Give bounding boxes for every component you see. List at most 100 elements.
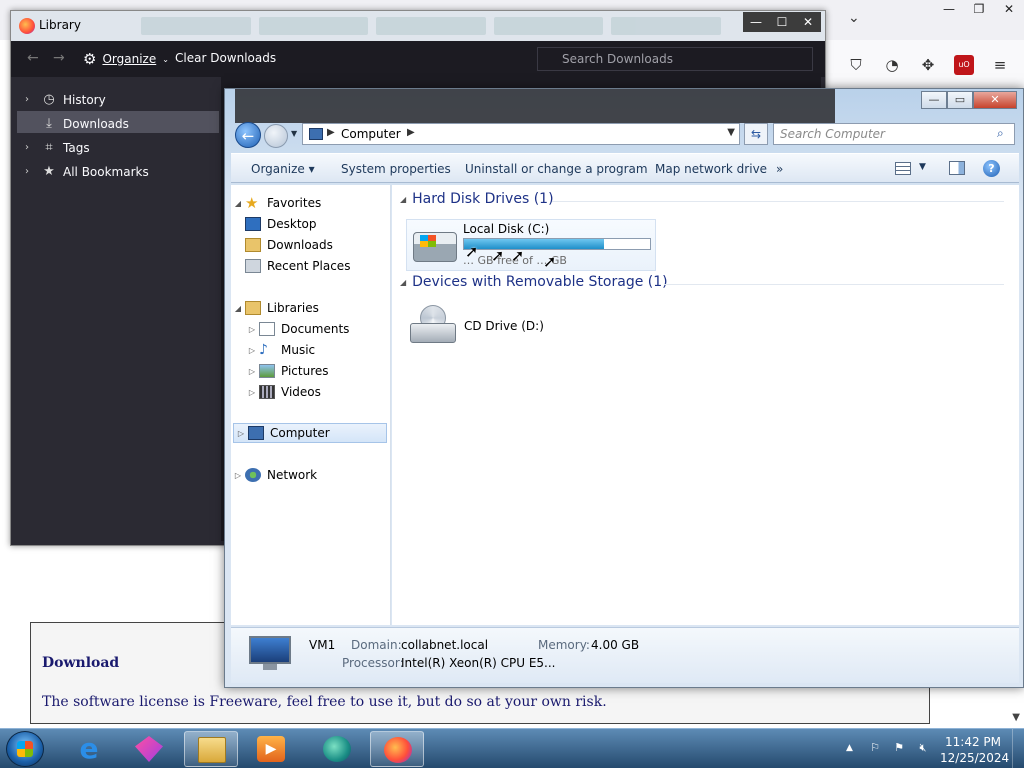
collapse-arrow-icon[interactable]: ◢ bbox=[231, 304, 245, 313]
forward-arrow-icon[interactable]: → bbox=[53, 50, 65, 66]
nav-computer[interactable]: ▷ Computer bbox=[233, 423, 387, 443]
organize-button[interactable]: Organize ▾ bbox=[251, 162, 315, 176]
explorer-window: — ▭ ✕ ← ▼ ▶ Computer ▶ ▼ ⇆ Search Comput… bbox=[224, 88, 1024, 688]
sidebar-item-downloads[interactable]: ⤓ Downloads bbox=[17, 111, 219, 133]
nav-desktop[interactable]: Desktop bbox=[245, 214, 405, 234]
nav-network[interactable]: ▷ Network bbox=[231, 465, 391, 485]
collapse-arrow-icon[interactable]: ◢ bbox=[400, 195, 406, 204]
expand-arrow-icon[interactable]: ▷ bbox=[245, 346, 259, 355]
clock-time[interactable]: 11:42 PM bbox=[940, 735, 1006, 749]
browser-window-controls: — ❐ ✕ bbox=[934, 0, 1024, 18]
browser-close-button[interactable]: ✕ bbox=[994, 0, 1024, 18]
group-hard-disk-drives[interactable]: ◢ Hard Disk Drives (1) bbox=[400, 191, 554, 207]
browser-restore-button[interactable]: ❐ bbox=[964, 0, 994, 18]
search-downloads-input[interactable]: Search Downloads bbox=[537, 47, 813, 71]
flag-icon[interactable]: ⚑ bbox=[892, 741, 906, 755]
taskbar-internet-explorer[interactable]: e bbox=[62, 731, 116, 767]
cd-drive-label[interactable]: CD Drive (D:) bbox=[464, 319, 544, 333]
hard-drive-icon bbox=[413, 232, 457, 262]
menu-icon[interactable]: ≡ bbox=[990, 55, 1010, 75]
ublock-icon[interactable]: uO bbox=[954, 55, 974, 75]
content-pane: ◢ Hard Disk Drives (1) Local Disk (C:) …… bbox=[392, 185, 1019, 625]
help-icon[interactable]: ? bbox=[983, 160, 1000, 177]
address-bar[interactable]: ▶ Computer ▶ ▼ bbox=[302, 123, 740, 145]
map-network-drive-button[interactable]: Map network drive bbox=[655, 162, 767, 176]
breadcrumb-arrow-icon[interactable]: ▶ bbox=[407, 127, 415, 138]
search-icon[interactable]: ⌕ bbox=[997, 126, 1004, 141]
uninstall-program-button[interactable]: Uninstall or change a program bbox=[465, 162, 648, 176]
start-button[interactable] bbox=[6, 731, 44, 767]
group-label: Devices with Removable Storage (1) bbox=[412, 274, 668, 290]
more-commands-button[interactable]: » bbox=[776, 162, 783, 176]
explorer-close-button[interactable]: ✕ bbox=[973, 91, 1017, 109]
pocket-icon[interactable]: ⛉ bbox=[846, 55, 866, 75]
address-dropdown-icon[interactable]: ▼ bbox=[727, 127, 735, 138]
change-view-icon[interactable] bbox=[895, 162, 911, 175]
back-arrow-icon[interactable]: ← bbox=[27, 50, 39, 66]
group-removable-storage[interactable]: ◢ Devices with Removable Storage (1) bbox=[400, 274, 668, 290]
collapse-arrow-icon[interactable]: ◢ bbox=[400, 278, 406, 287]
show-hidden-icons-arrow-icon[interactable]: ▲ bbox=[846, 743, 853, 753]
collapse-arrow-icon[interactable]: ◢ bbox=[231, 199, 245, 208]
clock-date[interactable]: 12/25/2024 bbox=[940, 751, 1009, 765]
extensions-icon[interactable]: ✥ bbox=[918, 55, 938, 75]
preview-pane-icon[interactable] bbox=[949, 161, 965, 175]
nav-videos[interactable]: ▷ Videos bbox=[245, 382, 405, 402]
search-computer-input[interactable]: Search Computer bbox=[773, 123, 1015, 145]
computer-icon bbox=[248, 426, 264, 440]
nav-pictures[interactable]: ▷ Pictures bbox=[245, 361, 405, 381]
refresh-button[interactable]: ⇆ bbox=[744, 123, 768, 145]
taskbar-paint-app[interactable] bbox=[122, 731, 176, 767]
view-dropdown-icon[interactable]: ▼ bbox=[919, 162, 926, 172]
library-minimize-button[interactable]: — bbox=[743, 12, 769, 32]
library-close-button[interactable]: ✕ bbox=[795, 12, 821, 32]
nav-recent-places[interactable]: Recent Places bbox=[245, 256, 405, 276]
tab-list-chevron-icon[interactable]: ⌄ bbox=[848, 10, 860, 26]
explorer-minimize-button[interactable]: — bbox=[921, 91, 947, 109]
library-titlebar[interactable]: Library — ☐ ✕ bbox=[11, 11, 825, 41]
taskbar-file-explorer[interactable] bbox=[184, 731, 238, 767]
computer-monitor-icon bbox=[249, 636, 291, 670]
expand-arrow-icon[interactable]: ▷ bbox=[245, 388, 259, 397]
taskbar-firefox[interactable] bbox=[370, 731, 424, 767]
cd-drive-icon[interactable] bbox=[410, 305, 456, 345]
scroll-down-arrow-icon[interactable]: ▼ bbox=[1012, 712, 1020, 723]
nav-favorites[interactable]: ◢ ★ Favorites bbox=[231, 193, 391, 213]
nav-libraries[interactable]: ◢ Libraries bbox=[231, 298, 391, 318]
back-button[interactable]: ← bbox=[235, 122, 261, 148]
library-maximize-button[interactable]: ☐ bbox=[769, 12, 795, 32]
nav-music[interactable]: ▷ ♪ Music bbox=[245, 340, 405, 360]
sync-icon[interactable]: ◔ bbox=[882, 55, 902, 75]
volume-muted-icon[interactable]: 🔇︎ bbox=[916, 741, 930, 755]
breadcrumb-arrow-icon[interactable]: ▶ bbox=[327, 127, 335, 138]
nav-documents[interactable]: ▷ Documents bbox=[245, 319, 405, 339]
expand-arrow-icon[interactable]: ▷ bbox=[245, 325, 259, 334]
expand-arrow-icon[interactable]: ▷ bbox=[245, 367, 259, 376]
taskbar-edge-like[interactable] bbox=[310, 731, 364, 767]
drive-c-tile[interactable]: Local Disk (C:) … GB free of … GB ➚ ➚ ➚ … bbox=[406, 219, 656, 271]
expand-arrow-icon[interactable]: › bbox=[25, 166, 35, 177]
browser-minimize-button[interactable]: — bbox=[934, 0, 964, 18]
expand-arrow-icon[interactable]: ▷ bbox=[231, 471, 245, 480]
clear-downloads-button[interactable]: Clear Downloads bbox=[175, 51, 276, 65]
system-properties-button[interactable]: System properties bbox=[341, 162, 451, 176]
sidebar-item-history[interactable]: › ◷ History bbox=[17, 87, 219, 109]
sidebar-item-all-bookmarks[interactable]: › ★ All Bookmarks bbox=[17, 159, 219, 181]
expand-arrow-icon[interactable]: ▷ bbox=[234, 429, 248, 438]
breadcrumb-computer[interactable]: Computer bbox=[341, 127, 401, 141]
organize-menu-button[interactable]: ⚙ Organize ⌄ bbox=[83, 50, 169, 68]
action-center-icon[interactable]: ⚐ bbox=[868, 741, 882, 755]
recent-pages-dropdown-icon[interactable]: ▼ bbox=[291, 129, 297, 138]
media-player-icon: ▶ bbox=[257, 736, 285, 762]
taskbar-media-player[interactable]: ▶ bbox=[244, 731, 298, 767]
download-heading: Download bbox=[42, 655, 120, 671]
nav-downloads[interactable]: Downloads bbox=[245, 235, 405, 255]
explorer-maximize-button[interactable]: ▭ bbox=[947, 91, 973, 109]
expand-arrow-icon[interactable]: › bbox=[25, 142, 35, 153]
forward-button[interactable] bbox=[264, 124, 288, 148]
show-desktop-button[interactable] bbox=[1012, 729, 1024, 769]
expand-arrow-icon[interactable]: › bbox=[25, 94, 35, 105]
sidebar-item-tags[interactable]: › ⌗ Tags bbox=[17, 135, 219, 157]
group-divider bbox=[552, 201, 1004, 202]
star-icon: ★ bbox=[245, 194, 259, 212]
